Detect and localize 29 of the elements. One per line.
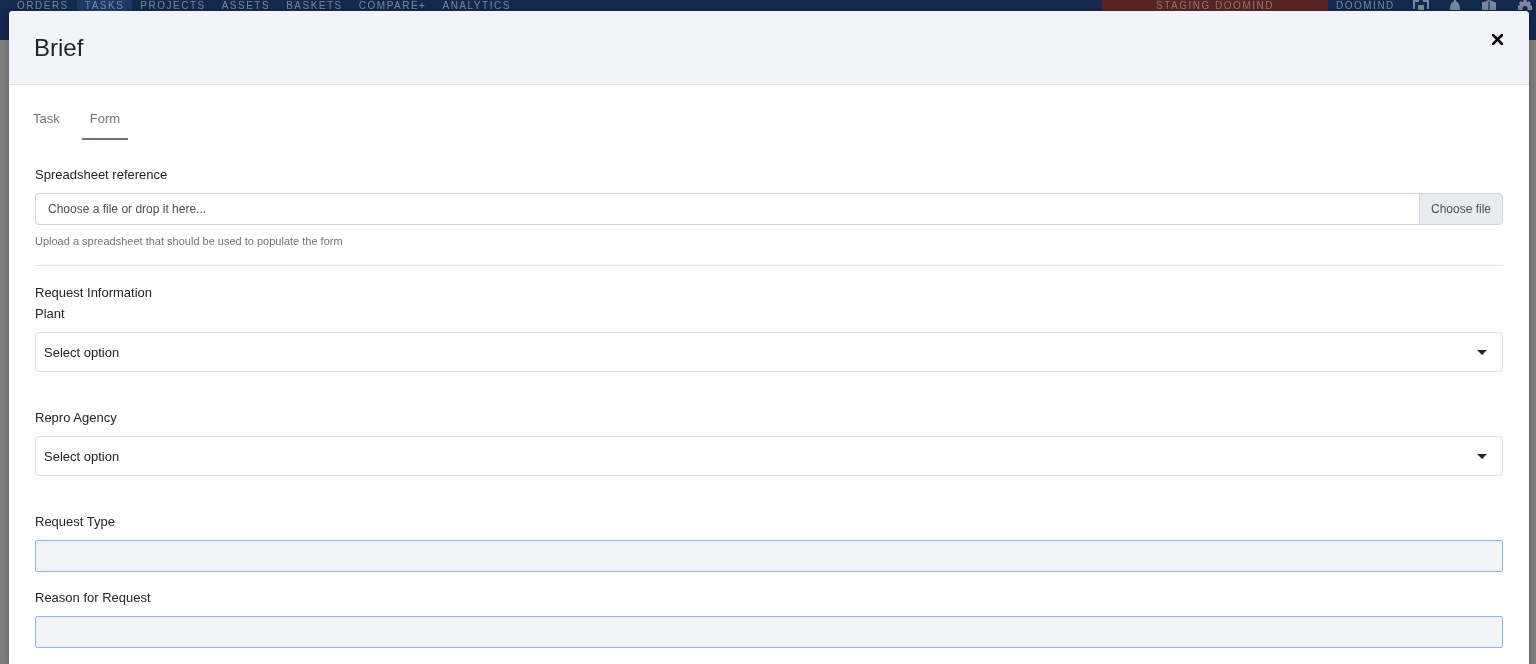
nav-link[interactable]: COMPARE+ bbox=[350, 0, 435, 11]
field-label: Spreadsheet reference bbox=[35, 166, 169, 184]
nav-link[interactable]: ORDERS bbox=[9, 0, 77, 11]
select-dropdown[interactable]: Select option bbox=[35, 332, 1503, 372]
caret-icon bbox=[1477, 453, 1487, 459]
nav-link[interactable]: PROJECTS bbox=[132, 0, 214, 11]
bell-icon bbox=[1449, 0, 1461, 10]
select-dropdown[interactable]: Select option bbox=[35, 436, 1503, 476]
nav-link[interactable]: TASKS bbox=[76, 0, 133, 11]
section-title: Request Information bbox=[35, 284, 154, 302]
user-menu[interactable]: DOOMIND bbox=[1328, 0, 1406, 11]
tab[interactable]: Form bbox=[81, 101, 129, 140]
caret-icon bbox=[1477, 349, 1487, 355]
dialog-title: Brief bbox=[34, 32, 84, 63]
field-label: Request Type bbox=[35, 513, 116, 531]
choose-file-button[interactable]: Choose file bbox=[1419, 193, 1503, 225]
environment-badge: STAGING DOOMIND bbox=[1102, 0, 1328, 11]
scan-icon bbox=[1413, 0, 1429, 10]
tab[interactable]: Task bbox=[25, 101, 68, 140]
file-input-field[interactable]: Choose a file or drop it here... bbox=[35, 193, 1419, 225]
close-icon bbox=[1492, 34, 1503, 45]
nav-link[interactable]: ANALYTICS bbox=[434, 0, 519, 11]
help-text: Upload a spreadsheet that should be used to populate the form bbox=[35, 234, 344, 249]
field-label: Reason for Request bbox=[35, 589, 152, 607]
nav-link[interactable]: BASKETS bbox=[278, 0, 351, 11]
close-button[interactable] bbox=[1492, 34, 1503, 45]
field-label: Repro Agency bbox=[35, 409, 118, 427]
nav-link[interactable]: ASSETS bbox=[213, 0, 279, 11]
field-label: Plant bbox=[35, 305, 66, 323]
